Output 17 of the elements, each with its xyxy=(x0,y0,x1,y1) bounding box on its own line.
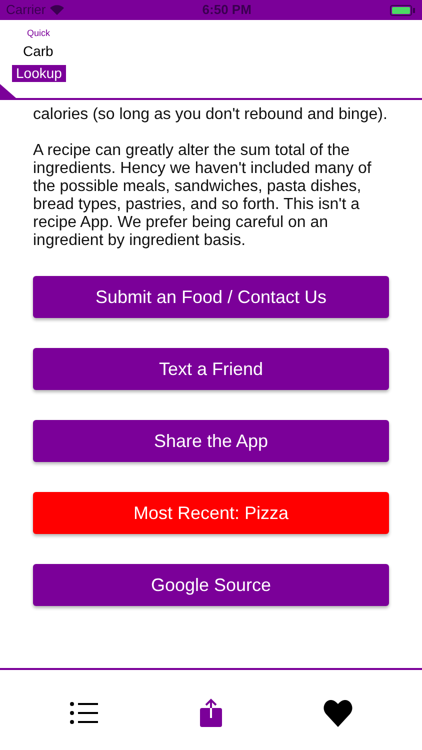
action-button[interactable]: Most Recent: Pizza xyxy=(33,492,389,534)
body-paragraph: calories (so long as you don't rebound and binge). xyxy=(33,106,388,124)
body-paragraph: A recipe can greatly alter the sum total of the ingredients. Hency we haven't included many of the possible meals, sandwiches, pasta dishes, bread types, pastries, and so forth. This isn't a recipe App. We prefer being careful on an ingredient by ingredient basis. xyxy=(33,142,372,250)
carrier-label: Carrier xyxy=(6,1,46,20)
logo-text: Carb xyxy=(23,43,54,60)
action-button[interactable]: Share the App xyxy=(33,420,389,462)
action-button[interactable]: Text a Friend xyxy=(33,348,389,390)
heart-icon xyxy=(323,700,354,726)
logo-badge: Lookup xyxy=(12,65,66,82)
action-button[interactable]: Submit an Food / Contact Us xyxy=(33,276,389,318)
logo-text: Quick xyxy=(27,27,52,39)
wifi-icon xyxy=(50,5,64,15)
action-button[interactable]: Google Source xyxy=(33,564,389,606)
list-icon xyxy=(68,701,99,725)
share-icon xyxy=(198,698,223,728)
battery-icon xyxy=(390,4,416,16)
time-label: 6:50 PM xyxy=(202,1,252,20)
